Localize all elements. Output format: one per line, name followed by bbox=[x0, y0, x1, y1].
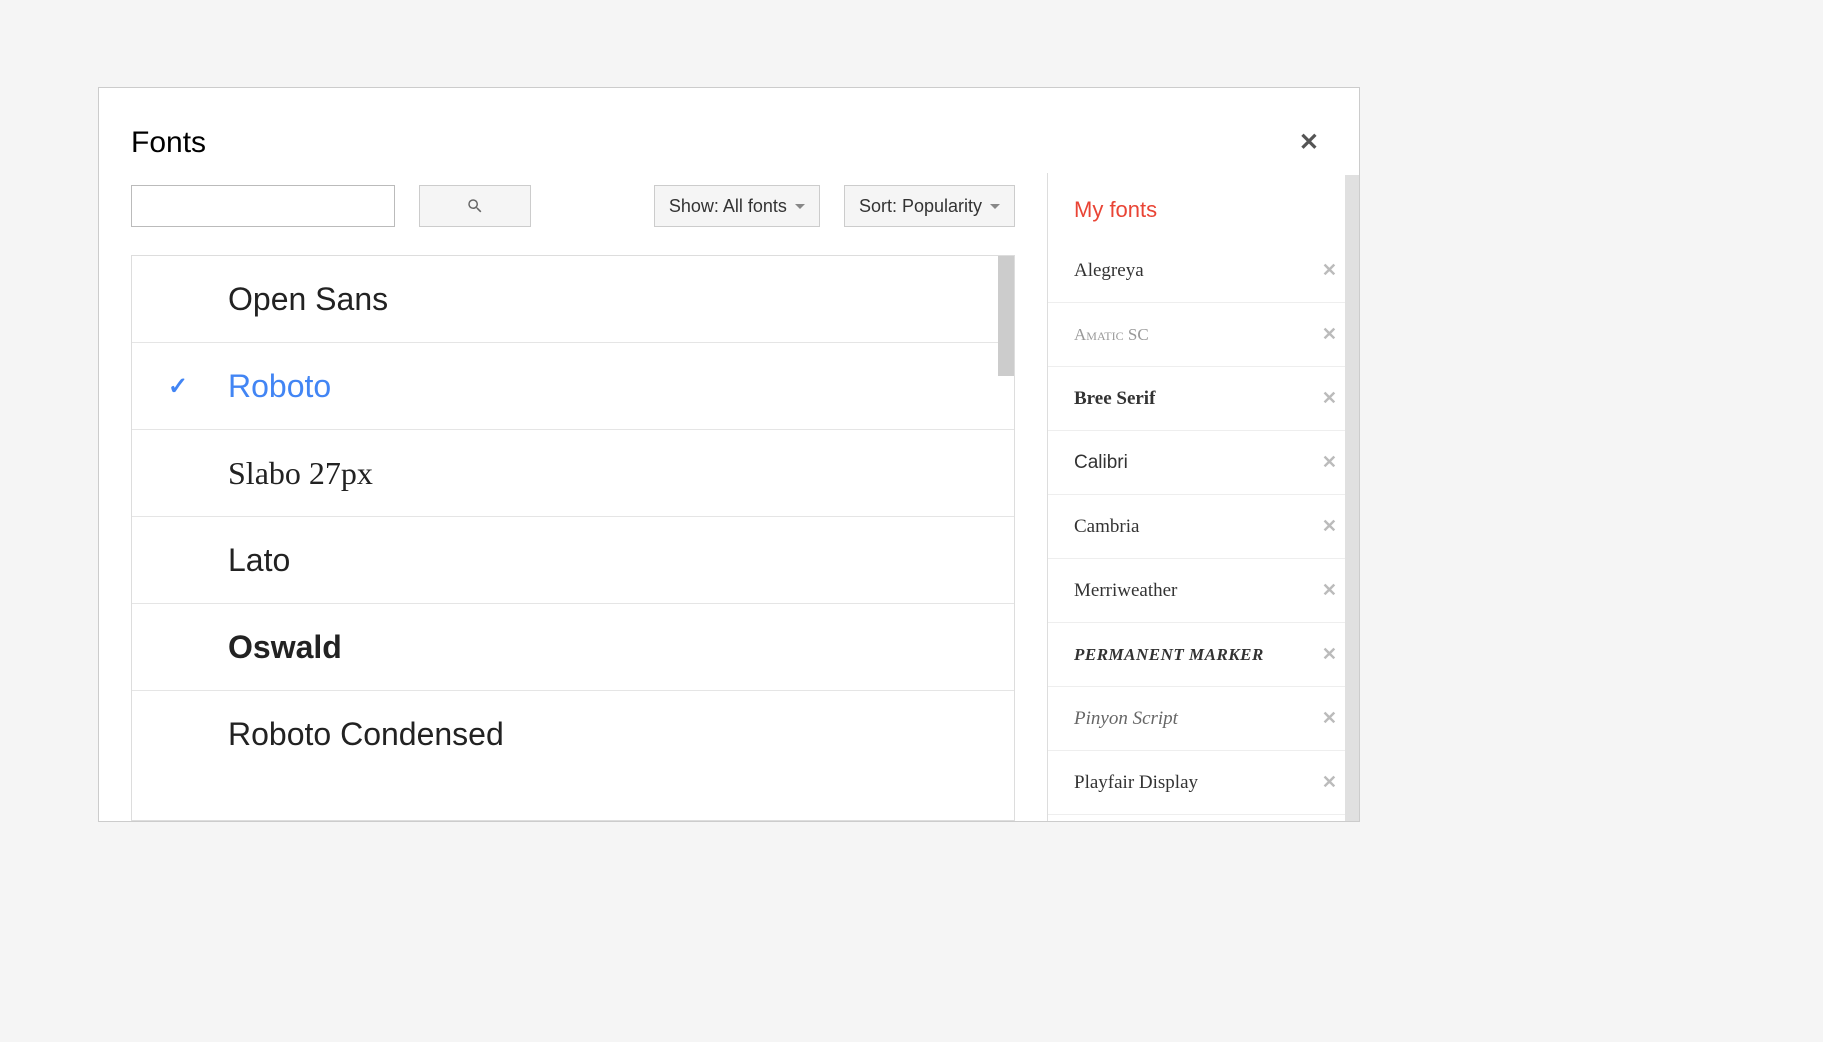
sort-dropdown[interactable]: Sort: Popularity bbox=[844, 185, 1015, 227]
close-icon: ✕ bbox=[1322, 644, 1337, 664]
font-item[interactable]: Open Sans bbox=[132, 256, 1014, 343]
remove-font-button[interactable]: ✕ bbox=[1322, 708, 1337, 729]
remove-font-button[interactable]: ✕ bbox=[1322, 324, 1337, 345]
remove-font-button[interactable]: ✕ bbox=[1322, 388, 1337, 409]
left-panel: Show: All fonts Sort: Popularity Open Sa… bbox=[99, 173, 1047, 821]
font-item[interactable]: ✓ Roboto bbox=[132, 343, 1014, 430]
remove-font-button[interactable]: ✕ bbox=[1322, 580, 1337, 601]
my-font-label: Merriweather bbox=[1074, 580, 1177, 602]
close-icon: ✕ bbox=[1322, 324, 1337, 344]
close-icon: ✕ bbox=[1322, 452, 1337, 472]
close-button[interactable]: ✕ bbox=[1291, 124, 1327, 161]
my-font-label: Cambria bbox=[1074, 516, 1139, 538]
controls-row: Show: All fonts Sort: Popularity bbox=[131, 185, 1015, 255]
font-list-container: Open Sans ✓ Roboto Slabo 27px Lato Oswald Robo… bbox=[131, 255, 1015, 821]
check-icon: ✓ bbox=[168, 372, 188, 401]
caret-down-icon bbox=[990, 204, 1000, 209]
remove-font-button[interactable]: ✕ bbox=[1322, 772, 1337, 793]
remove-font-button[interactable]: ✕ bbox=[1322, 644, 1337, 665]
font-name-label: Open Sans bbox=[228, 281, 388, 318]
font-list: Open Sans ✓ Roboto Slabo 27px Lato Oswald Robo… bbox=[132, 256, 1014, 820]
close-icon: ✕ bbox=[1322, 516, 1337, 536]
my-fonts-list: Alegreya✕Amatic SC✕Bree Serif✕Calibri✕Ca… bbox=[1048, 239, 1359, 821]
my-font-label: Bree Serif bbox=[1074, 388, 1155, 410]
close-icon: ✕ bbox=[1299, 129, 1319, 156]
my-fonts-header: My fonts bbox=[1048, 173, 1359, 239]
dialog-title: Fonts bbox=[131, 126, 206, 160]
font-name-label: Slabo 27px bbox=[228, 455, 373, 492]
my-font-label: Calibri bbox=[1074, 452, 1128, 474]
close-icon: ✕ bbox=[1322, 772, 1337, 792]
check-column: ✓ bbox=[168, 372, 228, 401]
close-icon: ✕ bbox=[1322, 388, 1337, 408]
font-item[interactable]: Slabo 27px bbox=[132, 430, 1014, 517]
search-button[interactable] bbox=[419, 185, 531, 227]
scrollbar-thumb[interactable] bbox=[998, 256, 1014, 376]
sort-label: Sort: Popularity bbox=[859, 196, 982, 217]
close-icon: ✕ bbox=[1322, 708, 1337, 728]
my-font-item[interactable]: Playfair Display ✕ bbox=[1048, 751, 1359, 815]
font-item[interactable]: Oswald bbox=[132, 604, 1014, 691]
my-font-label: Alegreya bbox=[1074, 260, 1144, 282]
dialog-header: Fonts ✕ bbox=[99, 88, 1359, 173]
remove-font-button[interactable]: ✕ bbox=[1322, 516, 1337, 537]
my-font-item[interactable]: Permanent Marker ✕ bbox=[1048, 623, 1359, 687]
my-font-item[interactable]: Calibri ✕ bbox=[1048, 431, 1359, 495]
show-filter-dropdown[interactable]: Show: All fonts bbox=[654, 185, 820, 227]
my-font-item[interactable]: Merriweather ✕ bbox=[1048, 559, 1359, 623]
font-item[interactable]: Lato bbox=[132, 517, 1014, 604]
my-font-label: Pinyon Script bbox=[1074, 708, 1178, 730]
font-name-label: Roboto Condensed bbox=[228, 716, 504, 753]
remove-font-button[interactable]: ✕ bbox=[1322, 260, 1337, 281]
search-icon bbox=[466, 197, 484, 215]
close-icon: ✕ bbox=[1322, 580, 1337, 600]
font-name-label: Oswald bbox=[228, 629, 342, 666]
font-name-label: Lato bbox=[228, 542, 290, 579]
my-font-label: Playfair Display bbox=[1074, 772, 1198, 794]
fonts-dialog: Fonts ✕ Show: All fonts Sort: Popula bbox=[98, 87, 1360, 822]
caret-down-icon bbox=[795, 204, 805, 209]
right-panel: My fonts Alegreya✕Amatic SC✕Bree Serif✕C… bbox=[1047, 173, 1359, 821]
my-font-item[interactable]: Pinyon Script ✕ bbox=[1048, 687, 1359, 751]
font-name-label: Roboto bbox=[228, 368, 331, 405]
my-font-label: Amatic SC bbox=[1074, 325, 1149, 345]
my-font-item[interactable]: Alegreya ✕ bbox=[1048, 239, 1359, 303]
dialog-body: Show: All fonts Sort: Popularity Open Sa… bbox=[99, 173, 1359, 821]
font-item[interactable]: Roboto Condensed bbox=[132, 691, 1014, 778]
my-font-item[interactable]: Amatic SC ✕ bbox=[1048, 303, 1359, 367]
remove-font-button[interactable]: ✕ bbox=[1322, 452, 1337, 473]
show-filter-label: Show: All fonts bbox=[669, 196, 787, 217]
right-scrollbar[interactable] bbox=[1345, 175, 1359, 822]
close-icon: ✕ bbox=[1322, 260, 1337, 280]
my-font-label: Permanent Marker bbox=[1074, 645, 1264, 665]
my-font-item[interactable]: Bree Serif ✕ bbox=[1048, 367, 1359, 431]
search-input[interactable] bbox=[131, 185, 395, 227]
my-font-item[interactable]: Cambria ✕ bbox=[1048, 495, 1359, 559]
